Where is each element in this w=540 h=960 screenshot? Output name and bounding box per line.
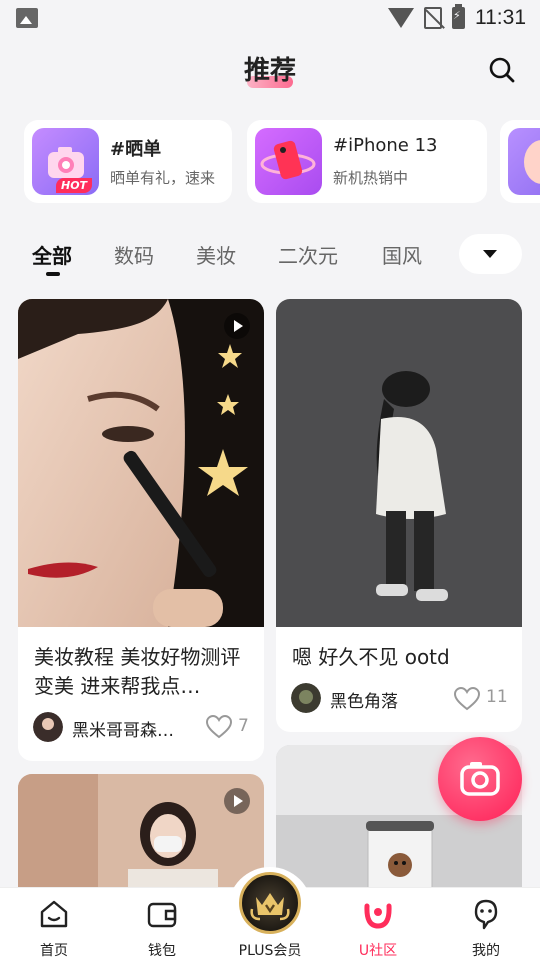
heart-icon[interactable] — [206, 715, 232, 739]
topic-carousel[interactable]: HOT #晒单 晒单有礼，速来 #iPhone 13 新机热销中 — [24, 120, 540, 204]
no-sim-icon — [424, 7, 442, 29]
feed-image — [18, 299, 264, 627]
topic-card-iphone13[interactable]: #iPhone 13 新机热销中 — [247, 120, 487, 203]
nav-wallet[interactable]: 钱包 — [108, 888, 216, 960]
topic-title: #iPhone 13 — [333, 135, 438, 156]
video-play-icon — [224, 313, 250, 339]
tab-guofeng[interactable]: 国风 — [382, 240, 422, 269]
phone-icon — [255, 128, 322, 195]
gallery-notification-icon — [16, 8, 38, 28]
tab-makeup[interactable]: 美妆 — [196, 240, 236, 269]
nav-label: PLUS会员 — [238, 943, 302, 959]
avatar[interactable] — [33, 712, 63, 742]
nav-home[interactable]: 首页 — [0, 888, 108, 960]
topic-thumb — [508, 128, 540, 195]
post-camera-button[interactable] — [438, 737, 522, 821]
tab-all[interactable]: 全部 — [32, 240, 72, 269]
feed-title: 美妆教程 美妆好物测评 变美 进来帮我点… — [34, 645, 241, 698]
wifi-icon — [388, 8, 414, 28]
nav-label: 钱包 — [148, 943, 176, 959]
status-bar: 11:31 — [0, 0, 540, 40]
page-title: 推荐 — [243, 56, 296, 86]
wallet-icon — [147, 902, 177, 928]
topic-card-partial[interactable] — [500, 120, 540, 203]
profile-icon — [474, 899, 498, 930]
plus-member-button[interactable] — [239, 872, 301, 934]
heart-icon[interactable] — [454, 687, 480, 711]
tab-acg[interactable]: 二次元 — [278, 240, 338, 269]
camera-icon — [460, 762, 500, 796]
topic-subtitle: 晒单有礼，速来 — [110, 169, 216, 187]
hot-badge: HOT — [56, 178, 93, 193]
search-icon[interactable] — [488, 56, 516, 84]
author-name[interactable]: 黑色角落 — [330, 687, 445, 712]
like-count: 7 — [238, 716, 249, 736]
nav-profile[interactable]: 我的 — [432, 888, 540, 960]
avatar[interactable] — [291, 683, 321, 713]
battery-charging-icon — [452, 4, 465, 29]
community-icon — [364, 903, 392, 929]
video-play-icon — [224, 788, 250, 814]
nav-community[interactable]: U社区 — [324, 888, 432, 960]
tab-digital[interactable]: 数码 — [114, 240, 154, 269]
crown-icon — [250, 893, 290, 921]
expand-tabs-button[interactable] — [459, 234, 522, 274]
topic-title: #晒单 — [110, 139, 162, 160]
topic-card-shaidan[interactable]: HOT #晒单 晒单有礼，速来 — [24, 120, 232, 203]
like-count: 11 — [486, 687, 508, 707]
feed-card[interactable]: 嗯 好久不见 ootd 黑色角落 11 — [276, 299, 522, 732]
nav-label: U社区 — [358, 943, 398, 959]
topic-subtitle: 新机热销中 — [333, 169, 409, 187]
nav-label: 我的 — [472, 943, 500, 959]
feed-title: 嗯 好久不见 ootd — [292, 645, 450, 669]
home-icon — [40, 900, 68, 928]
author-name[interactable]: 黑米哥哥森碟… — [72, 716, 187, 741]
status-time: 11:31 — [475, 6, 526, 29]
feed-image — [276, 299, 522, 627]
active-tab-indicator — [46, 272, 60, 276]
feed-card[interactable]: 美妆教程 美妆好物测评 变美 进来帮我点… 黑米哥哥森碟… 7 — [18, 299, 264, 761]
nav-label: 首页 — [40, 943, 68, 959]
status-icons: 11:31 — [388, 4, 526, 30]
